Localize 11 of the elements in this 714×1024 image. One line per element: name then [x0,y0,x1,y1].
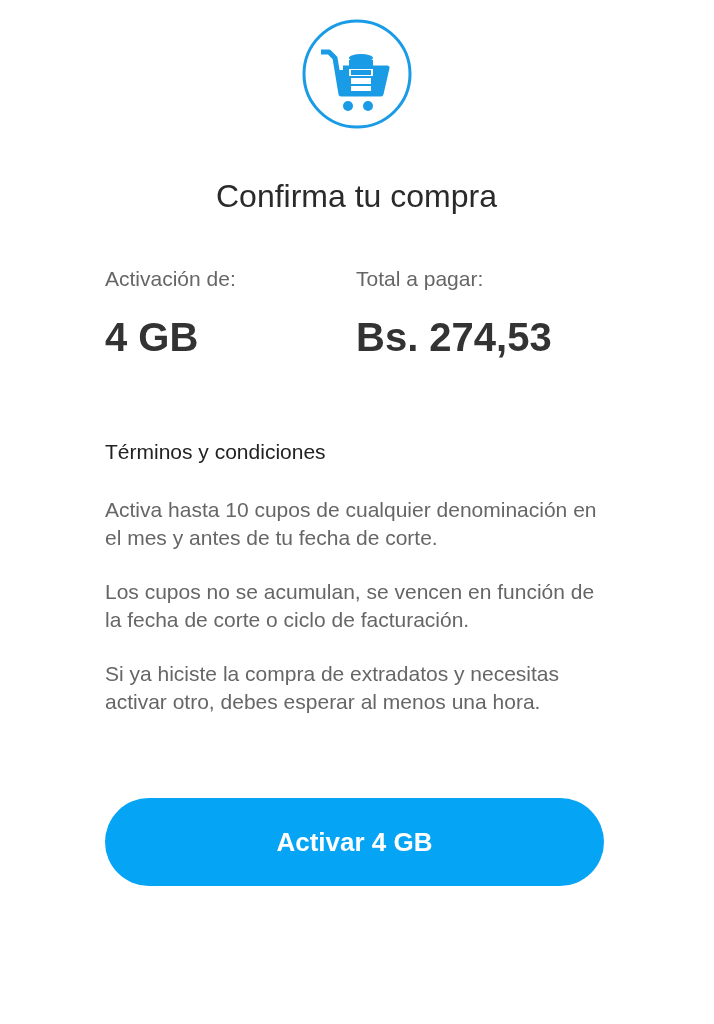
page-title: Confirma tu compra [215,178,498,215]
terms-paragraph: Los cupos no se acumulan, se vencen en función de la fecha de corte o ciclo de facturación. [105,579,596,633]
summary-label: Activación de: [105,267,237,291]
summary-label: Total a pagar: [356,267,485,291]
terms-heading: Términos y condiciones [105,440,327,464]
shopping-cart-icon [300,18,413,130]
activate-button[interactable]: Activar 4 GB [105,798,604,886]
summary-value: 4 GB [105,315,200,360]
terms-paragraph: Activa hasta 10 cupos de cualquier denominación en el mes y antes de tu fecha de corte. [105,497,598,551]
terms-paragraph: Si ya hiciste la compra de extradatos y necesitas activar otro, debes esperar al menos una hora. [105,661,561,715]
summary-value: Bs. 274,53 [356,315,553,360]
